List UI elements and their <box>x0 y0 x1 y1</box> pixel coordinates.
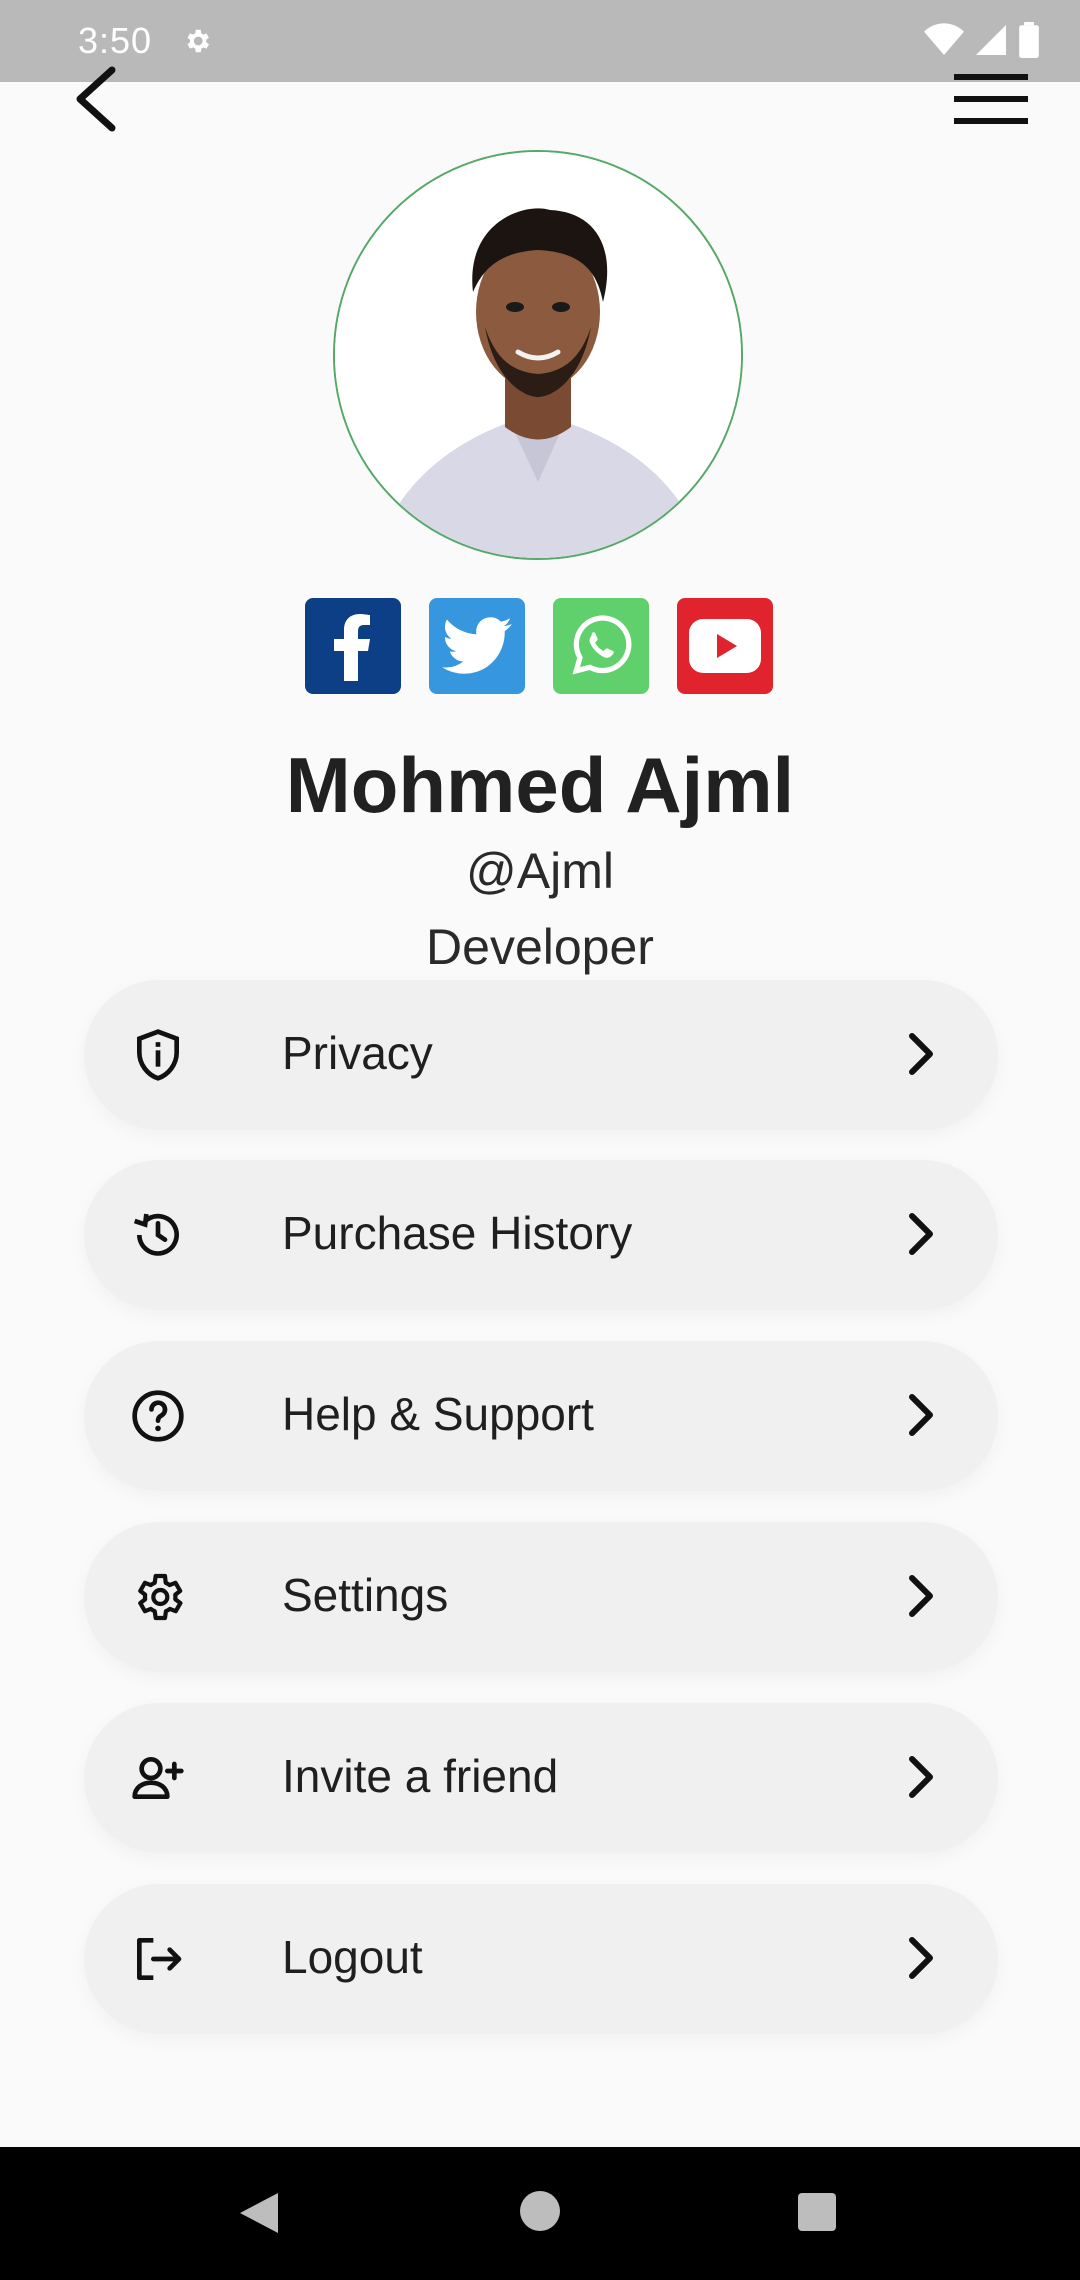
social-links <box>305 598 773 694</box>
menu-item-purchase-history[interactable]: Purchase History <box>84 1160 998 1310</box>
menu-item-settings[interactable]: Settings <box>84 1522 998 1672</box>
youtube-icon[interactable] <box>677 598 773 694</box>
menu-item-help-support[interactable]: Help & Support <box>84 1341 998 1491</box>
signal-icon <box>976 25 1006 55</box>
menu-item-label: Invite a friend <box>282 1750 559 1802</box>
menu-item-privacy[interactable]: Privacy <box>84 980 998 1130</box>
nav-home-icon[interactable] <box>520 2191 560 2231</box>
avatar[interactable] <box>333 150 743 560</box>
chevron-right-icon <box>909 1213 933 1255</box>
twitter-icon[interactable] <box>429 598 525 694</box>
status-time: 3:50 <box>78 20 153 61</box>
add-user-icon <box>132 1757 184 1799</box>
back-icon[interactable] <box>72 64 122 134</box>
menu-item-logout[interactable]: Logout <box>84 1884 998 2034</box>
status-icons <box>924 22 1040 58</box>
hamburger-menu-icon[interactable] <box>954 74 1028 124</box>
menu-item-label: Help & Support <box>282 1388 594 1440</box>
chevron-right-icon <box>909 1937 933 1979</box>
menu-item-label: Purchase History <box>282 1207 633 1259</box>
battery-icon <box>1019 22 1039 58</box>
settings-status-icon <box>182 26 212 61</box>
status-bar: 3:50 <box>0 0 1080 82</box>
profile-handle: @Ajml <box>466 843 614 899</box>
facebook-icon[interactable] <box>305 598 401 694</box>
chevron-right-icon <box>909 1575 933 1617</box>
menu-item-invite-friend[interactable]: Invite a friend <box>84 1703 998 1853</box>
menu-item-label: Settings <box>282 1569 449 1621</box>
menu-item-label: Logout <box>282 1931 423 1983</box>
whatsapp-icon[interactable] <box>553 598 649 694</box>
logout-icon <box>137 1938 182 1980</box>
wifi-icon <box>924 23 964 55</box>
menu-item-label: Privacy <box>282 1027 433 1079</box>
nav-back-icon[interactable] <box>236 2191 280 2235</box>
nav-recents-icon[interactable] <box>798 2193 836 2231</box>
chevron-right-icon <box>909 1033 933 1075</box>
profile-role: Developer <box>426 919 654 975</box>
help-circle-icon <box>132 1390 184 1442</box>
shield-info-icon <box>137 1029 179 1081</box>
chevron-right-icon <box>909 1394 933 1436</box>
history-icon <box>133 1213 179 1256</box>
profile-name: Mohmed Ajml <box>285 741 795 829</box>
chevron-right-icon <box>909 1756 933 1798</box>
gear-icon <box>138 1573 183 1621</box>
system-nav-bar <box>0 2147 1080 2280</box>
